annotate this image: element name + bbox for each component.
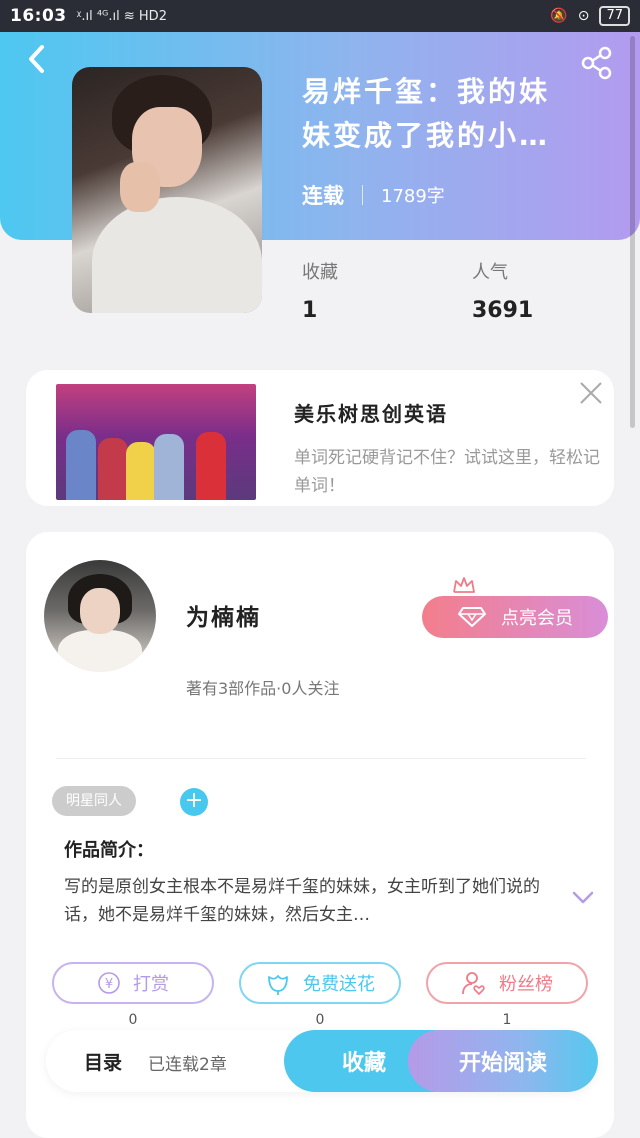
- book-title: 易烊千玺：我的妹妹变成了我的小…: [302, 75, 551, 152]
- expand-intro-button[interactable]: [572, 890, 594, 906]
- fan-rank-button[interactable]: 粉丝榜: [426, 962, 588, 1004]
- word-count: 1789字: [381, 186, 445, 207]
- svg-text:¥: ¥: [105, 977, 113, 992]
- fan-user-icon: [462, 972, 485, 996]
- diamond-icon: [458, 607, 486, 627]
- share-icon: [581, 46, 612, 80]
- coin-icon: ¥: [98, 972, 120, 994]
- send-flower-label: 免费送花: [303, 974, 375, 995]
- reward-button[interactable]: ¥ 打赏: [52, 962, 214, 1004]
- back-arrow-icon: [29, 45, 44, 73]
- flower-count: 0: [315, 1012, 325, 1028]
- reward-count: 0: [128, 1012, 138, 1028]
- stat-favorites: 收藏 1: [302, 258, 338, 323]
- stat-label: 收藏: [302, 262, 338, 283]
- battery-indicator: 77: [599, 6, 630, 26]
- fan-count: 1: [502, 1012, 512, 1028]
- author-stats: 著有3部作品·0人关注: [186, 679, 340, 698]
- ad-banner[interactable]: 美乐树思创英语 单词死记硬背记不住？试试这里，轻松记单词！: [26, 370, 614, 506]
- table-of-contents-button[interactable]: 目录: [84, 1048, 122, 1075]
- signal-icons: ᵡ.ıl ⁴ᴳ.ıl ≋ HD2: [76, 8, 167, 24]
- add-tag-button[interactable]: +: [180, 788, 208, 816]
- scrollbar[interactable]: [630, 36, 635, 428]
- author-name[interactable]: 为楠楠: [186, 598, 261, 632]
- serial-status: 连载: [302, 184, 344, 208]
- chapter-count: 已连载2章: [148, 1055, 227, 1075]
- author-avatar[interactable]: [44, 560, 156, 672]
- section-divider: [56, 758, 586, 759]
- reward-label: 打赏: [133, 974, 169, 995]
- status-bar: 16:03 ᵡ.ıl ⁴ᴳ.ıl ≋ HD2 🔕 ⊙ 77: [0, 0, 640, 32]
- book-stats: 收藏 1 人气 3691: [302, 258, 602, 328]
- status-time: 16:03: [10, 6, 67, 26]
- mute-icon: 🔕: [550, 8, 568, 24]
- crown-icon: [453, 577, 475, 593]
- stat-value: 1: [302, 298, 318, 323]
- intro-text: 写的是原创女主根本不是易烊千玺的妹妹，女主听到了她们说的话，她不是易烊千玺的妹妹…: [64, 877, 540, 925]
- send-flower-button[interactable]: 免费送花: [239, 962, 401, 1004]
- bottom-action-bar: 目录 已连载2章 收藏 开始阅读: [46, 1030, 598, 1092]
- ad-title: 美乐树思创英语: [294, 402, 448, 426]
- stat-label: 人气: [472, 262, 508, 283]
- start-reading-button[interactable]: 开始阅读: [408, 1030, 598, 1092]
- vip-button[interactable]: 点亮会员: [422, 596, 608, 638]
- chevron-down-icon: [572, 891, 594, 904]
- ad-close-button[interactable]: [576, 378, 606, 408]
- vip-label: 点亮会员: [501, 608, 573, 629]
- share-button[interactable]: [580, 46, 614, 80]
- stat-value: 3691: [472, 298, 534, 323]
- lock-rotation-icon: ⊙: [577, 8, 590, 24]
- book-meta: 连载 1789字: [302, 180, 445, 210]
- intro-title: 作品简介：: [64, 840, 154, 861]
- stat-popularity: 人气 3691: [472, 258, 533, 323]
- meta-divider: [362, 185, 363, 205]
- fan-rank-label: 粉丝榜: [499, 974, 553, 995]
- close-icon: [580, 382, 602, 404]
- flower-icon: [268, 975, 288, 995]
- back-button[interactable]: [20, 42, 54, 76]
- ad-description: 单词死记硬背记不住？试试这里，轻松记单词！: [294, 448, 600, 496]
- genre-tag[interactable]: 明星同人: [52, 786, 136, 816]
- ad-image: [56, 384, 256, 500]
- book-cover-image[interactable]: [72, 67, 262, 313]
